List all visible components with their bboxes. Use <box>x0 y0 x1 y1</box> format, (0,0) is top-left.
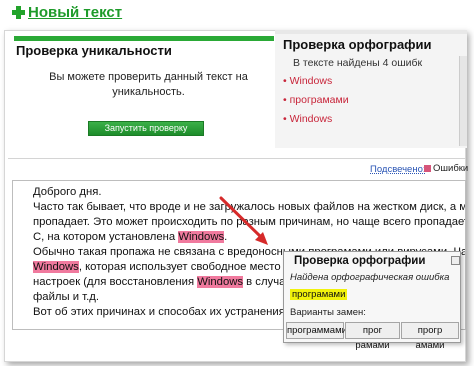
spelling-found-count: В тексте найдены 4 ошибк <box>293 57 423 69</box>
variant-button[interactable]: прогр амами <box>401 322 459 351</box>
variant-button[interactable]: программами <box>286 322 347 339</box>
spelling-error-list: Windows програмами Windows <box>283 74 349 131</box>
editor-line: Часто так бывает, что вроде и не загружа… <box>33 201 465 213</box>
variant-button[interactable]: прог рамами <box>345 322 400 351</box>
spelling-title: Проверка орфографии <box>283 37 432 52</box>
highlighted-label: Подсвечено: <box>370 164 426 175</box>
start-check-button[interactable]: Запустить проверку <box>88 121 204 136</box>
close-icon[interactable] <box>451 256 460 265</box>
popup-found-label: Найдена орфографическая ошибка <box>290 272 450 283</box>
variants-label: Варианты замен: <box>290 307 366 318</box>
uniqueness-title: Проверка уникальности <box>16 43 172 58</box>
error-color-swatch[interactable] <box>424 165 431 172</box>
editor-line: Доброго дня. <box>33 186 102 198</box>
spelling-popup: Проверка орфографии Найдена орфографичес… <box>283 251 461 351</box>
uniqueness-description: Вы можете проверить данный текст на уник… <box>49 71 248 98</box>
spelling-scrollbar[interactable] <box>459 56 467 146</box>
error-highlight[interactable]: Windows <box>197 276 244 288</box>
new-text-link[interactable]: Новый текст <box>12 4 122 21</box>
errors-legend-label: Ошибки <box>433 163 469 174</box>
page: Новый текст Проверка уникальности Вы мож… <box>0 0 474 366</box>
error-highlight[interactable]: Windows <box>33 261 79 273</box>
misspelled-word: програмами <box>290 289 348 300</box>
popup-title: Проверка орфографии <box>294 255 426 267</box>
divider <box>8 158 466 159</box>
plus-icon <box>12 6 25 19</box>
editor-line: С, на котором установлена Windows. <box>33 231 228 243</box>
editor-line: файлы и т.д. <box>33 291 99 303</box>
spelling-error-item[interactable]: Windows <box>283 112 349 131</box>
error-highlight[interactable]: Windows <box>178 231 225 243</box>
editor-line: Вот об этих причинах и способах их устра… <box>33 306 326 318</box>
editor-line: пропадает. Это может происходить по разн… <box>33 216 466 228</box>
spelling-error-item[interactable]: Windows <box>283 74 349 93</box>
new-text-label[interactable]: Новый текст <box>28 4 122 21</box>
spelling-error-item[interactable]: програмами <box>283 93 349 112</box>
